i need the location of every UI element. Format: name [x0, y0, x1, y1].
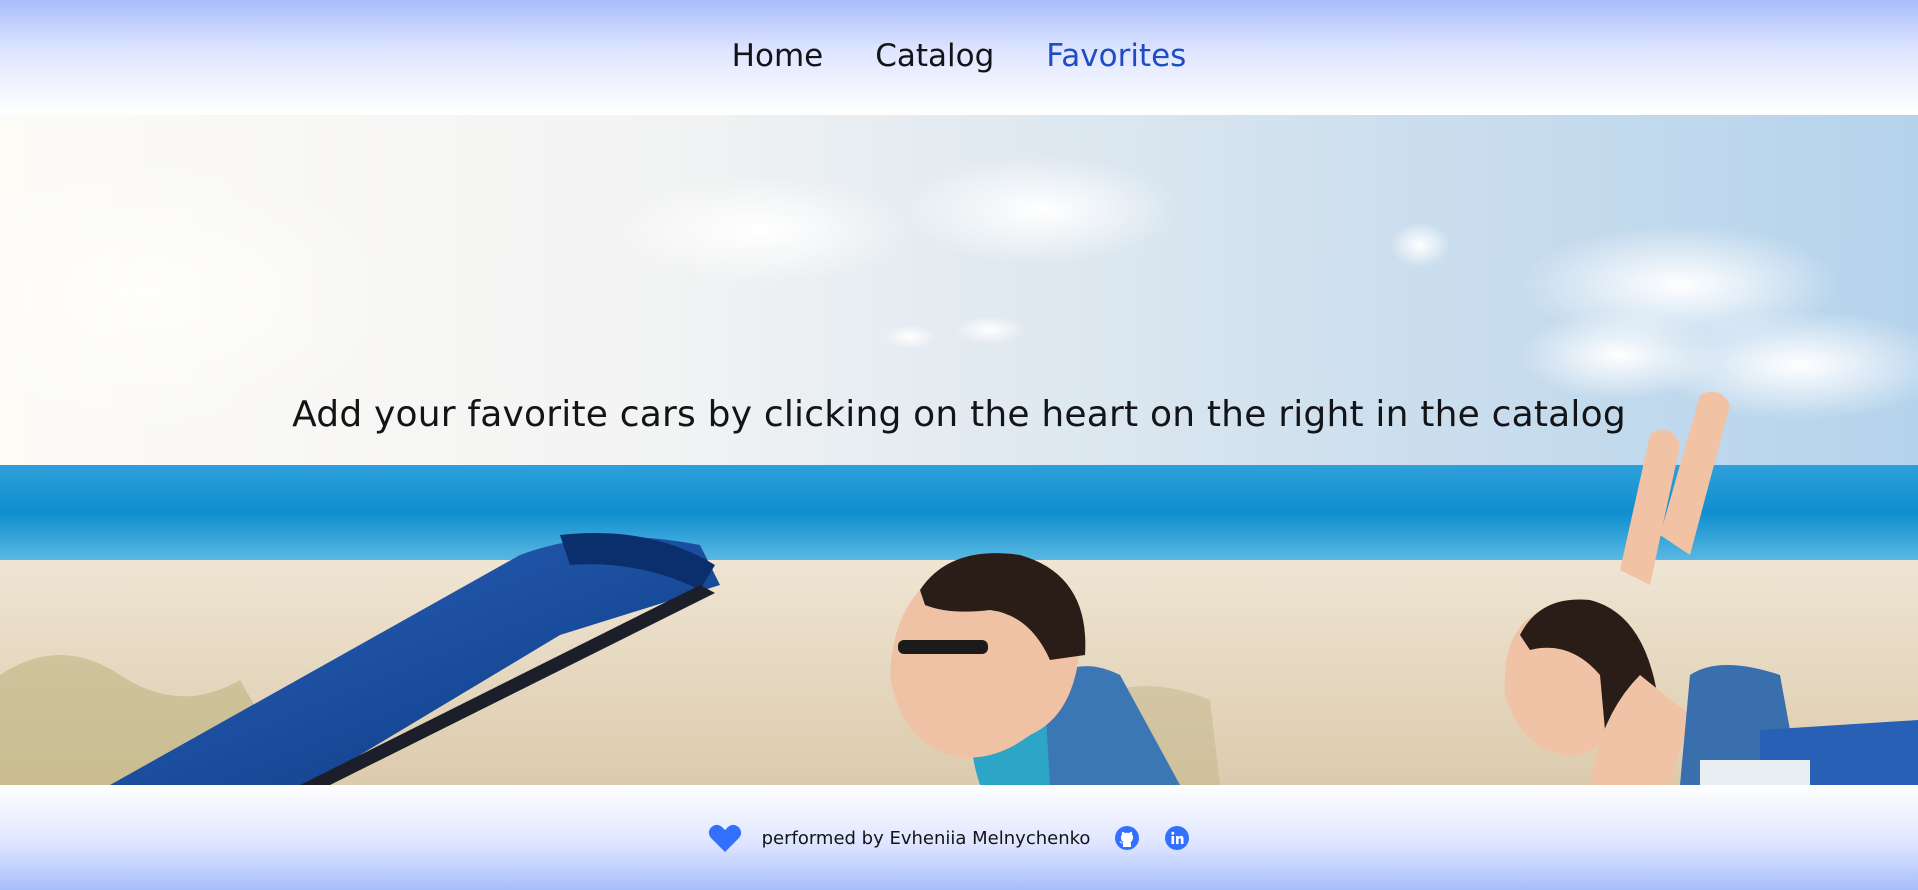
- hero-section: Add your favorite cars by clicking on th…: [0, 115, 1918, 785]
- github-icon[interactable]: [1114, 825, 1140, 851]
- hero-message: Add your favorite cars by clicking on th…: [292, 394, 1626, 435]
- linkedin-icon[interactable]: [1164, 825, 1190, 851]
- footer-credit: performed by Evheniia Melnychenko: [761, 827, 1091, 849]
- nav-home-link[interactable]: Home: [732, 36, 824, 76]
- nav-catalog-link[interactable]: Catalog: [875, 36, 994, 76]
- footer-content: performed by Evheniia Melnychenko: [708, 823, 1191, 853]
- heart-icon: [708, 823, 742, 853]
- nav-favorites-link[interactable]: Favorites: [1046, 36, 1186, 76]
- hero-background-image: [0, 115, 1918, 785]
- site-footer: performed by Evheniia Melnychenko: [0, 785, 1918, 890]
- site-header: Home Catalog Favorites: [0, 0, 1918, 115]
- main-nav: Home Catalog Favorites: [732, 36, 1187, 76]
